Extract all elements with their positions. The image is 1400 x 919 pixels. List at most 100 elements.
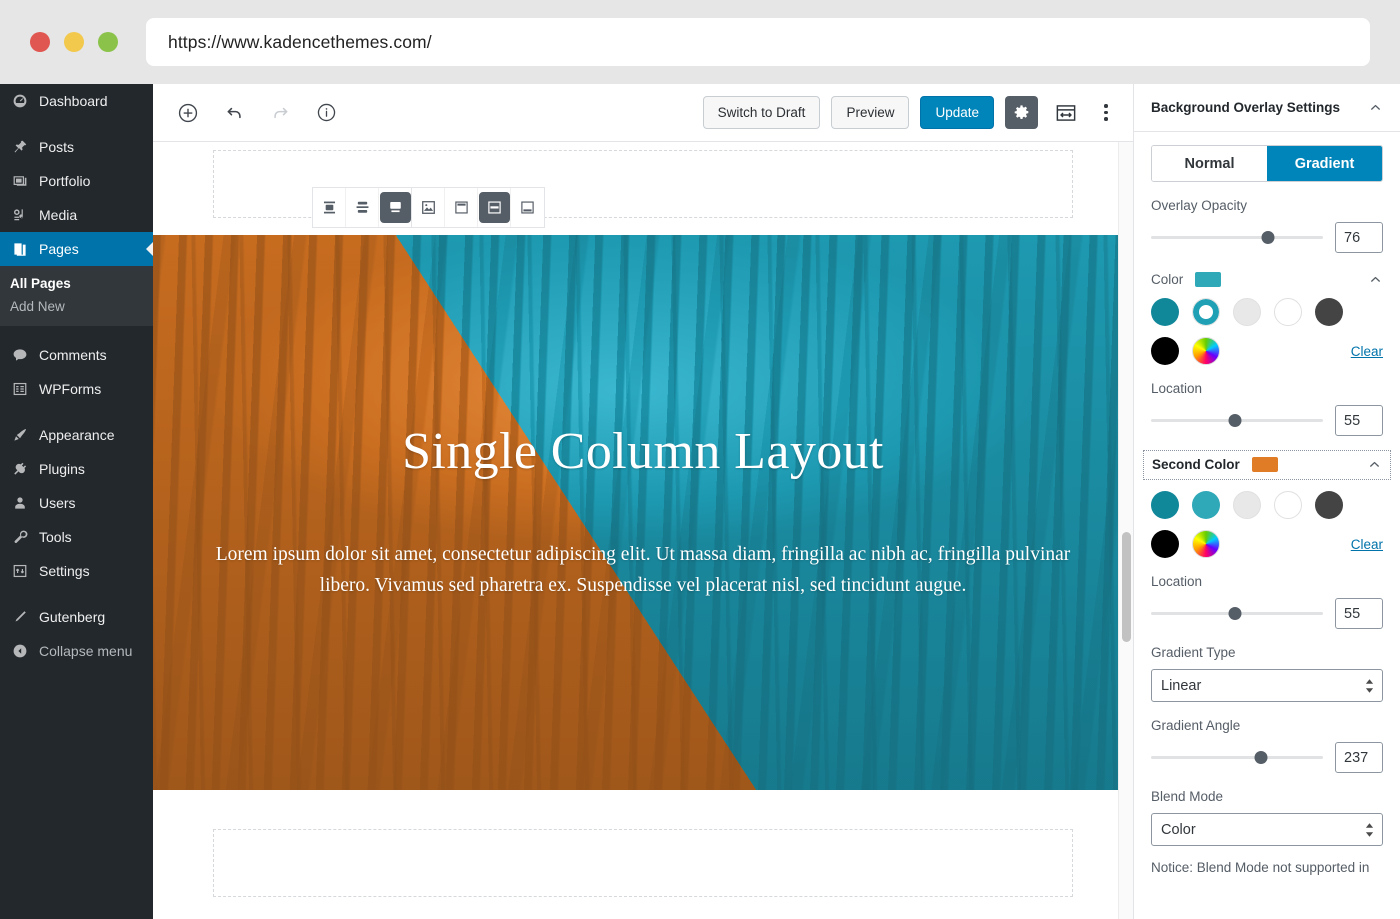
kebab-menu-icon[interactable] xyxy=(1093,104,1119,121)
swatch-dark-gray[interactable] xyxy=(1315,298,1343,326)
overlay-opacity-label: Overlay Opacity xyxy=(1151,198,1248,213)
update-button[interactable]: Update xyxy=(920,96,994,129)
info-circle-icon[interactable] xyxy=(309,96,343,130)
sidebar-item-gutenberg[interactable]: Gutenberg xyxy=(0,600,153,634)
swatch-teal-dark[interactable] xyxy=(1151,298,1179,326)
media-icon xyxy=(10,205,30,225)
plus-circle-icon[interactable] xyxy=(171,96,205,130)
swatch-teal[interactable] xyxy=(1192,491,1220,519)
gradient-type-select[interactable]: Linear xyxy=(1151,669,1383,702)
chevron-up-icon[interactable] xyxy=(1368,100,1383,115)
align-middle-icon[interactable] xyxy=(346,188,379,227)
chevron-up-icon[interactable] xyxy=(1367,457,1382,472)
sidebar-item-collapse-menu[interactable]: Collapse menu xyxy=(0,634,153,668)
slider-thumb[interactable] xyxy=(1254,751,1268,764)
sidebar-label: Dashboard xyxy=(39,93,108,109)
swatch-white[interactable] xyxy=(1274,491,1302,519)
sidebar-item-wpforms[interactable]: WPForms xyxy=(0,372,153,406)
align-top-icon[interactable] xyxy=(313,188,346,227)
sidebar-item-tools[interactable]: Tools xyxy=(0,520,153,554)
blend-mode-select[interactable]: Color xyxy=(1151,813,1383,846)
background-overlay-settings-header[interactable]: Background Overlay Settings xyxy=(1134,84,1400,132)
location-second-input[interactable]: 55 xyxy=(1335,598,1383,629)
swatch-teal-dark[interactable] xyxy=(1151,491,1179,519)
clear-color-link[interactable]: Clear xyxy=(1351,344,1383,359)
sidebar-label: Plugins xyxy=(39,461,85,477)
sidebar-item-comments[interactable]: Comments xyxy=(0,338,153,372)
location-second-slider[interactable] xyxy=(1151,605,1323,623)
switch-to-draft-button[interactable]: Switch to Draft xyxy=(702,96,821,129)
gear-icon[interactable] xyxy=(1005,96,1038,129)
sidebar-item-media[interactable]: Media xyxy=(0,198,153,232)
editor-scrollbar-thumb[interactable] xyxy=(1122,532,1131,642)
tab-normal[interactable]: Normal xyxy=(1152,146,1267,181)
cover-block[interactable]: Single Column Layout Lorem ipsum dolor s… xyxy=(153,235,1133,790)
second-color-section-header[interactable]: Second Color xyxy=(1143,450,1391,480)
swatch-teal-selected[interactable] xyxy=(1192,298,1220,326)
close-window-button[interactable] xyxy=(30,32,50,52)
gradient-angle-slider[interactable] xyxy=(1151,749,1323,767)
sidebar-item-pages[interactable]: Pages xyxy=(0,232,153,266)
slider-thumb[interactable] xyxy=(1228,414,1242,427)
second-color-swatch-row-2: Clear xyxy=(1151,530,1383,558)
submenu-item-all-pages[interactable]: All Pages xyxy=(0,272,153,295)
undo-icon[interactable] xyxy=(217,96,251,130)
pages-icon xyxy=(10,239,30,259)
sidebar-item-settings[interactable]: Settings xyxy=(0,554,153,588)
gradient-angle-row: 237 xyxy=(1151,742,1383,773)
sidebar-item-portfolio[interactable]: Portfolio xyxy=(0,164,153,198)
sidebar-item-appearance[interactable]: Appearance xyxy=(0,418,153,452)
cover-block-content: Single Column Layout Lorem ipsum dolor s… xyxy=(153,235,1133,790)
swatch-black[interactable] xyxy=(1151,530,1179,558)
hero-paragraph[interactable]: Lorem ipsum dolor sit amet, consectetur … xyxy=(199,539,1087,602)
swatch-dark-gray[interactable] xyxy=(1315,491,1343,519)
chevron-up-icon[interactable] xyxy=(1368,272,1383,287)
swatch-light-gray[interactable] xyxy=(1233,491,1261,519)
editor-scrollbar[interactable] xyxy=(1118,142,1133,919)
content-middle-icon[interactable] xyxy=(478,188,511,227)
gradient-type-value: Linear xyxy=(1161,677,1202,694)
slider-track xyxy=(1151,756,1323,759)
overlay-opacity-input[interactable]: 76 xyxy=(1335,222,1383,253)
sidebar-item-plugins[interactable]: Plugins xyxy=(0,452,153,486)
custom-color-picker-icon[interactable] xyxy=(1192,530,1220,558)
sidebar-divider xyxy=(0,406,153,418)
sidebar-label: Settings xyxy=(39,563,90,579)
empty-block-placeholder-bottom[interactable] xyxy=(213,829,1073,897)
sidebar-label: Appearance xyxy=(39,427,115,443)
slider-thumb[interactable] xyxy=(1228,607,1242,620)
location-first-input[interactable]: 55 xyxy=(1335,405,1383,436)
preview-button[interactable]: Preview xyxy=(831,96,910,129)
overlay-opacity-slider[interactable] xyxy=(1151,229,1323,247)
swatch-light-gray[interactable] xyxy=(1233,298,1261,326)
tab-gradient[interactable]: Gradient xyxy=(1267,146,1382,181)
clear-second-color-link[interactable]: Clear xyxy=(1351,537,1383,552)
maximize-window-button[interactable] xyxy=(98,32,118,52)
editor-canvas: Single Column Layout Lorem ipsum dolor s… xyxy=(153,142,1133,919)
content-bottom-icon[interactable] xyxy=(511,188,544,227)
gradient-angle-input[interactable]: 237 xyxy=(1335,742,1383,773)
redo-icon xyxy=(263,96,297,130)
location-first-slider[interactable] xyxy=(1151,412,1323,430)
color-swatch-row-1 xyxy=(1151,298,1383,326)
blend-mode-value: Color xyxy=(1161,821,1196,838)
slider-thumb[interactable] xyxy=(1261,231,1275,244)
sidebar-item-dashboard[interactable]: Dashboard xyxy=(0,84,153,118)
align-bottom-icon[interactable] xyxy=(379,188,412,227)
sidebar-item-posts[interactable]: Posts xyxy=(0,130,153,164)
hero-heading[interactable]: Single Column Layout xyxy=(402,423,884,480)
sidebar-label: Users xyxy=(39,495,76,511)
sidebar-item-users[interactable]: Users xyxy=(0,486,153,520)
sidebar-toggle-icon[interactable] xyxy=(1049,96,1082,129)
sidebar-label: Posts xyxy=(39,139,75,155)
submenu-item-add-new[interactable]: Add New xyxy=(0,295,153,318)
custom-color-picker-icon[interactable] xyxy=(1192,337,1220,365)
sidebar-label: Comments xyxy=(39,347,107,363)
image-icon[interactable] xyxy=(412,188,445,227)
swatch-black[interactable] xyxy=(1151,337,1179,365)
content-top-icon[interactable] xyxy=(445,188,478,227)
swatch-white[interactable] xyxy=(1274,298,1302,326)
color-section-header[interactable]: Color xyxy=(1151,272,1383,287)
address-bar[interactable]: https://www.kadencethemes.com/ xyxy=(146,18,1370,66)
minimize-window-button[interactable] xyxy=(64,32,84,52)
